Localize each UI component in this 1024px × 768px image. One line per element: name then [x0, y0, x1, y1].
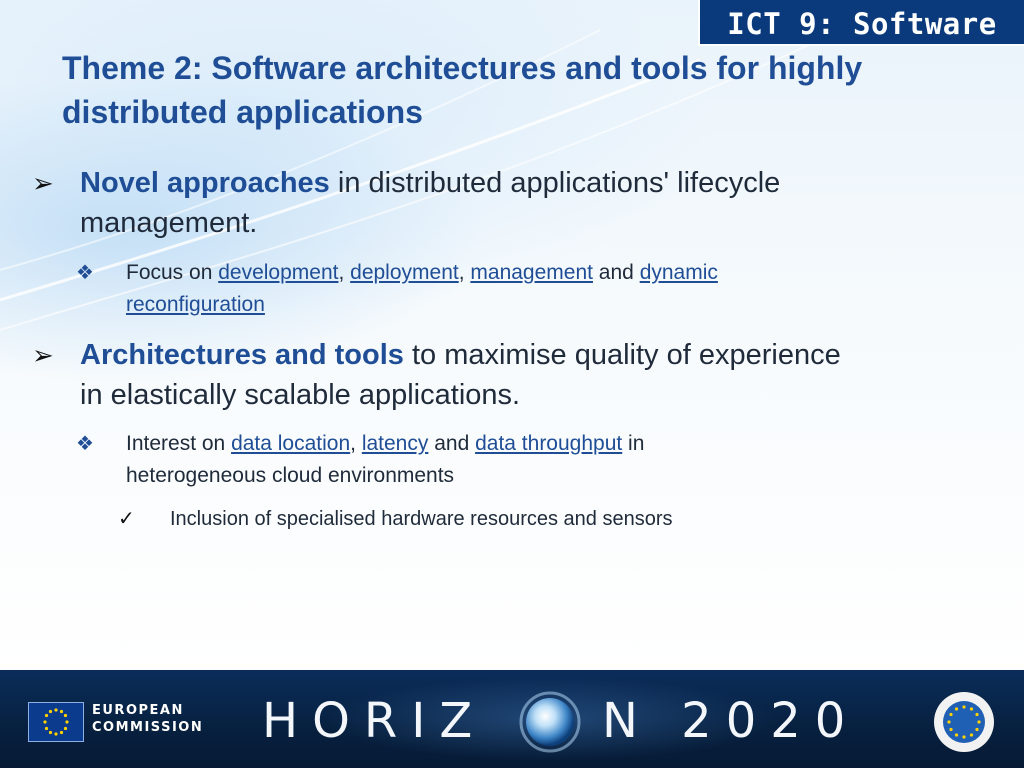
separator: , [350, 432, 362, 455]
link-latency[interactable]: latency [362, 432, 429, 455]
sub-bullet-focus: ❖ Focus on development, deployment, mana… [76, 257, 956, 321]
link-dynamic[interactable]: dynamic [640, 261, 718, 284]
bullet-architectures-and-tools: ➢ Architectures and tools to maximise qu… [32, 335, 990, 415]
globe-icon [518, 690, 582, 754]
sub-bullet-suffix: in [622, 432, 645, 455]
org-line-2: COMMISSION [92, 720, 204, 735]
european-commission-label: EUROPEAN COMMISSION [92, 702, 203, 736]
separator: , [458, 261, 471, 284]
bullet-text: in distributed applications' lifecycle [329, 167, 781, 199]
sub-bullet-prefix: Focus on [126, 261, 219, 284]
arrow-bullet-icon: ➢ [32, 168, 54, 198]
sub-sub-bullet-text: Inclusion of specialised hardware resour… [170, 508, 673, 530]
sub-bullet-text-continued: heterogeneous cloud environments [126, 464, 455, 487]
sub-sub-bullet-inclusion: ✓ Inclusion of specialised hardware reso… [118, 504, 970, 534]
bullet-novel-approaches: ➢ Novel approaches in distributed applic… [32, 163, 990, 243]
arrow-bullet-icon: ➢ [32, 340, 54, 370]
link-management[interactable]: management [470, 261, 593, 284]
bullet-text: to maximise quality of experience [403, 339, 841, 371]
separator: , [338, 261, 351, 284]
checkmark-bullet-icon: ✓ [118, 508, 135, 530]
separator: and [428, 432, 476, 455]
link-development[interactable]: development [218, 261, 338, 284]
org-line-1: EUROPEAN [92, 703, 184, 718]
program-name-left: HORIZ [262, 693, 487, 749]
eu-flag-icon [28, 702, 84, 742]
diamond-bullet-icon: ❖ [76, 262, 94, 284]
bullet-bold-text: Novel approaches [80, 167, 330, 199]
section-tag: ICT 9: Software [698, 0, 1024, 46]
slide-title: Theme 2: Software architectures and tool… [62, 50, 863, 130]
program-name-right: N 2020 [602, 693, 860, 749]
innovation-union-seal-icon [932, 690, 996, 754]
link-data-throughput[interactable]: data throughput [475, 432, 622, 455]
sub-bullet-interest: ❖ Interest on data location, latency and… [76, 428, 956, 492]
link-reconfiguration[interactable]: reconfiguration [126, 293, 265, 316]
sub-bullet-prefix: Interest on [126, 432, 232, 455]
link-data-location[interactable]: data location [231, 432, 350, 455]
bullet-text-continued: management. [80, 207, 258, 239]
diamond-bullet-icon: ❖ [76, 433, 94, 455]
bullet-text-continued: in elastically scalable applications. [80, 379, 521, 411]
separator: and [592, 261, 640, 284]
bullet-bold-text: Architectures and tools [80, 339, 404, 371]
link-deployment[interactable]: deployment [350, 261, 459, 284]
